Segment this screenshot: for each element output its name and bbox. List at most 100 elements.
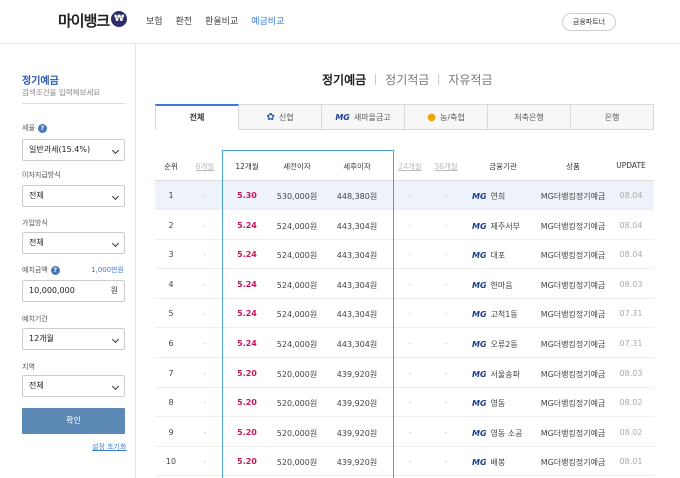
product-cell[interactable]: MG더뱅킹정기예금 [540, 428, 606, 439]
institution-cell[interactable]: MG 서울송파 [472, 369, 534, 380]
tab-installment-savings[interactable]: 정기적금 [385, 71, 429, 88]
interest-label: 이자지급방식 [22, 171, 61, 179]
product-tabs: 정기예금 정기적금 자유적금 [322, 71, 493, 88]
update-cell: 07.31 [619, 339, 643, 348]
top-header: 마이뱅크 ₩ 보험 환전 환율비교 예금비교 금융파트너 [0, 0, 680, 44]
col-rank: 순위 [164, 162, 178, 171]
period-select[interactable]: 12개월 [22, 328, 125, 350]
col-24-months[interactable]: 24개월 [396, 161, 424, 172]
help-icon[interactable]: ? [50, 265, 60, 275]
col-6-months[interactable]: 6개월 [191, 161, 219, 172]
product-cell[interactable]: MG더뱅킹정기예금 [540, 250, 606, 261]
rank-cell: 3 [168, 250, 174, 260]
product-cell[interactable]: MG더뱅킹정기예금 [540, 398, 606, 409]
mg-logo-icon: MG [472, 310, 487, 320]
category-label: 전체 [189, 113, 205, 122]
reset-link[interactable]: 설정 초기화 [92, 442, 126, 452]
m36-cell: - [444, 427, 448, 437]
mg-logo-icon: MG [472, 251, 487, 261]
m36-cell: - [444, 398, 448, 408]
logo[interactable]: 마이뱅크 ₩ [58, 10, 128, 31]
mg-logo-icon: MG [472, 340, 487, 349]
update-cell: 08.02 [619, 427, 643, 437]
product-cell[interactable]: MG더뱅킹정기예금 [540, 191, 606, 202]
category-label: 신협 [278, 112, 294, 122]
tab-free-savings[interactable]: 자유적금 [448, 71, 492, 88]
tax-label-text: 세율 [22, 124, 35, 132]
region-label: 지역 [22, 363, 35, 371]
institution-name: 한마음 [490, 280, 513, 290]
product-cell[interactable]: MG더뱅킹정기예금 [540, 457, 606, 468]
category-tab-bank[interactable]: 은행 [571, 104, 654, 130]
mg-logo-icon: MG [472, 192, 487, 201]
update-cell: 08.04 [619, 191, 643, 200]
logo-text: 마이뱅크 [58, 12, 110, 30]
category-tab-savings-bank[interactable]: 저축은행 [488, 104, 571, 130]
col-update: UPDATE [616, 161, 646, 170]
m24-cell: - [408, 339, 412, 348]
help-icon[interactable]: ? [37, 123, 47, 133]
divider [22, 103, 125, 104]
rank-cell: 1 [168, 191, 174, 200]
search-sidebar: 정기예금 검색조건을 입력해보세요 세율 ? 일반과세(15.4%) 이자지급방… [0, 44, 136, 478]
product-cell[interactable]: MG더뱅킹정기예금 [540, 309, 606, 320]
institution-cell[interactable]: MG 오류2동 [472, 339, 534, 350]
institution-cell[interactable]: MG 고척1동 [472, 309, 534, 320]
nav-exchange-rate[interactable]: 환율비교 [205, 14, 238, 27]
m6-cell: - [203, 457, 207, 467]
institution-cell[interactable]: MG 한마음 [472, 280, 534, 291]
nav-deposit-compare[interactable]: 예금비교 [251, 14, 284, 27]
update-cell: 07.31 [619, 309, 643, 319]
institution-name: 대포 [490, 251, 506, 261]
m6-cell: - [203, 220, 207, 230]
nav-exchange[interactable]: 환전 [176, 14, 193, 27]
nav-insurance[interactable]: 보험 [146, 14, 163, 27]
product-cell[interactable]: MG더뱅킹정기예금 [540, 221, 606, 232]
update-cell: 08.02 [619, 398, 643, 408]
tax-label: 세율 ? [22, 123, 47, 133]
category-tab-shinhyup[interactable]: ✿ 신협 [239, 104, 322, 130]
m36-cell: - [444, 457, 448, 467]
update-cell: 08.04 [619, 220, 643, 230]
m6-cell: - [203, 309, 207, 319]
divider [375, 74, 377, 85]
interest-select[interactable]: 전체 [22, 185, 125, 207]
tax-select[interactable]: 일반과세(15.4%) [22, 139, 125, 161]
institution-cell[interactable]: MG 영동 [472, 398, 534, 409]
product-cell[interactable]: MG더뱅킹정기예금 [540, 280, 606, 291]
category-tab-all[interactable]: 전체 [155, 104, 239, 130]
product-cell[interactable]: MG더뱅킹정기예금 [540, 369, 606, 380]
rank-cell: 4 [168, 279, 174, 289]
institution-name: 제주서부 [490, 221, 520, 231]
interest-select-value: 전체 [29, 191, 44, 200]
rank-cell: 9 [168, 427, 174, 437]
m24-cell: - [408, 279, 412, 289]
rank-cell: 7 [168, 368, 174, 378]
m36-cell: - [444, 220, 448, 230]
partner-button[interactable]: 금융파트너 [562, 13, 616, 31]
institution-cell[interactable]: MG 영동 소공 [472, 428, 534, 439]
mg-logo-icon: MG [472, 458, 487, 468]
amount-label-text: 예치금액 [22, 266, 48, 274]
region-select[interactable]: 전체 [22, 375, 125, 397]
tax-select-value: 일반과세(15.4%) [29, 145, 91, 154]
institution-cell[interactable]: MG 제주서부 [472, 221, 534, 232]
mg-logo-icon: MG [472, 280, 487, 290]
institution-cell[interactable]: MG 대포 [472, 250, 534, 261]
m24-cell: - [408, 368, 412, 378]
institution-name: 오류2동 [490, 340, 518, 349]
col-36-months[interactable]: 36개월 [432, 161, 460, 172]
update-cell: 08.01 [619, 457, 643, 467]
confirm-button[interactable]: 확인 [22, 408, 125, 434]
category-tab-nonghyup[interactable]: ● 농/축협 [405, 104, 488, 130]
institution-cell[interactable]: MG 배봉 [472, 457, 534, 468]
institution-name: 연희 [490, 192, 506, 201]
col-institution: 금융기관 [489, 162, 517, 171]
institution-cell[interactable]: MG 연희 [472, 191, 534, 202]
join-select[interactable]: 전체 [22, 232, 125, 254]
tab-fixed-deposit[interactable]: 정기예금 [322, 71, 366, 88]
product-cell[interactable]: MG더뱅킹정기예금 [540, 339, 606, 350]
sidebar-title: 정기예금 [22, 76, 59, 87]
category-tab-mg[interactable]: MG 새마을금고 [322, 104, 405, 130]
amount-input[interactable]: 10,000,000 원 [22, 280, 125, 302]
